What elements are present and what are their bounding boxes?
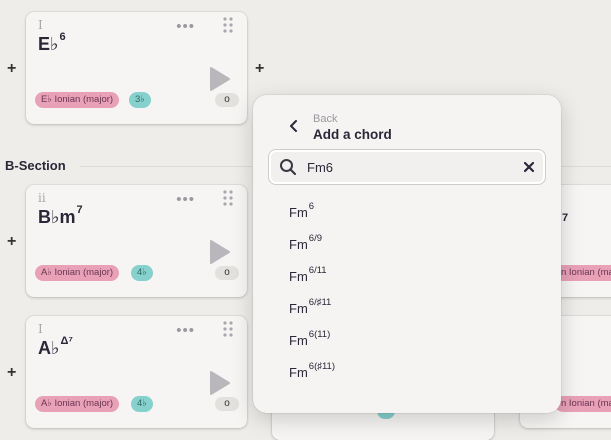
search-icon: [280, 159, 297, 176]
chord-result-item[interactable]: Fm6(11): [289, 329, 330, 348]
play-icon[interactable]: [209, 239, 231, 265]
drag-handle-icon[interactable]: [221, 189, 235, 207]
chord-result-item[interactable]: Fm6/♯11: [289, 297, 331, 316]
scale-tag: E♭ Ionian (major): [35, 92, 120, 108]
more-dots-icon[interactable]: •••: [176, 18, 195, 35]
chord-result-item[interactable]: Fm6(♯11): [289, 361, 335, 380]
roman-numeral: ii: [38, 191, 46, 205]
add-chord-before-button[interactable]: +: [7, 234, 16, 250]
back-button[interactable]: Back: [313, 113, 337, 125]
scale-tag: n Ionian (major): [555, 265, 611, 281]
popup-title: Add a chord: [313, 127, 392, 142]
chord-option-button[interactable]: o: [215, 93, 239, 107]
section-title: B-Section: [5, 158, 66, 173]
chord-card[interactable]: ii B♭m7 ••• A♭ Ionian (major) 4♭ o: [26, 185, 247, 297]
more-dots-icon[interactable]: •••: [176, 191, 195, 208]
more-dots-icon[interactable]: •••: [176, 322, 195, 339]
drag-handle-icon[interactable]: [221, 320, 235, 338]
play-icon[interactable]: [209, 370, 231, 396]
add-chord-before-button[interactable]: +: [7, 61, 16, 77]
chord-card[interactable]: I A♭Δ⁷ ••• A♭ Ionian (major) 4♭ o: [26, 316, 247, 428]
chord-result-item[interactable]: Fm6: [289, 201, 314, 220]
chord-option-button[interactable]: o: [215, 397, 239, 411]
accidentals-tag: 4♭: [131, 396, 153, 412]
chevron-left-icon[interactable]: [287, 119, 301, 133]
roman-numeral: I: [38, 322, 43, 336]
chord-search-input[interactable]: [307, 156, 507, 178]
roman-numeral: I: [38, 18, 43, 32]
scale-tag: A♭ Ionian (major): [35, 265, 120, 281]
drag-handle-icon[interactable]: [221, 16, 235, 34]
accidentals-tag: 3♭: [129, 92, 151, 108]
scale-tag: A♭ Ionian (major): [35, 396, 120, 412]
scale-tag: n Ionian (major): [555, 396, 611, 412]
add-chord-after-button[interactable]: +: [255, 61, 264, 77]
add-chord-before-button[interactable]: +: [7, 365, 16, 381]
chord-name: B♭m7: [38, 204, 83, 227]
play-icon[interactable]: [209, 66, 231, 92]
chord-name: E♭6: [38, 31, 66, 54]
chord-quality: 7: [562, 212, 569, 224]
search-box[interactable]: [268, 149, 546, 185]
add-chord-popup: Back Add a chord Fm6 Fm6/9 Fm6/11 Fm6/♯1…: [253, 95, 561, 413]
clear-x-icon[interactable]: [522, 160, 536, 174]
chord-result-item[interactable]: Fm6/9: [289, 233, 322, 252]
chord-result-item[interactable]: Fm6/11: [289, 265, 327, 284]
chord-name: A♭Δ⁷: [38, 335, 73, 358]
accidentals-tag: 4♭: [131, 265, 153, 281]
chord-option-button[interactable]: o: [215, 266, 239, 280]
chord-card[interactable]: I E♭6 ••• E♭ Ionian (major) 3♭ o: [26, 12, 247, 124]
